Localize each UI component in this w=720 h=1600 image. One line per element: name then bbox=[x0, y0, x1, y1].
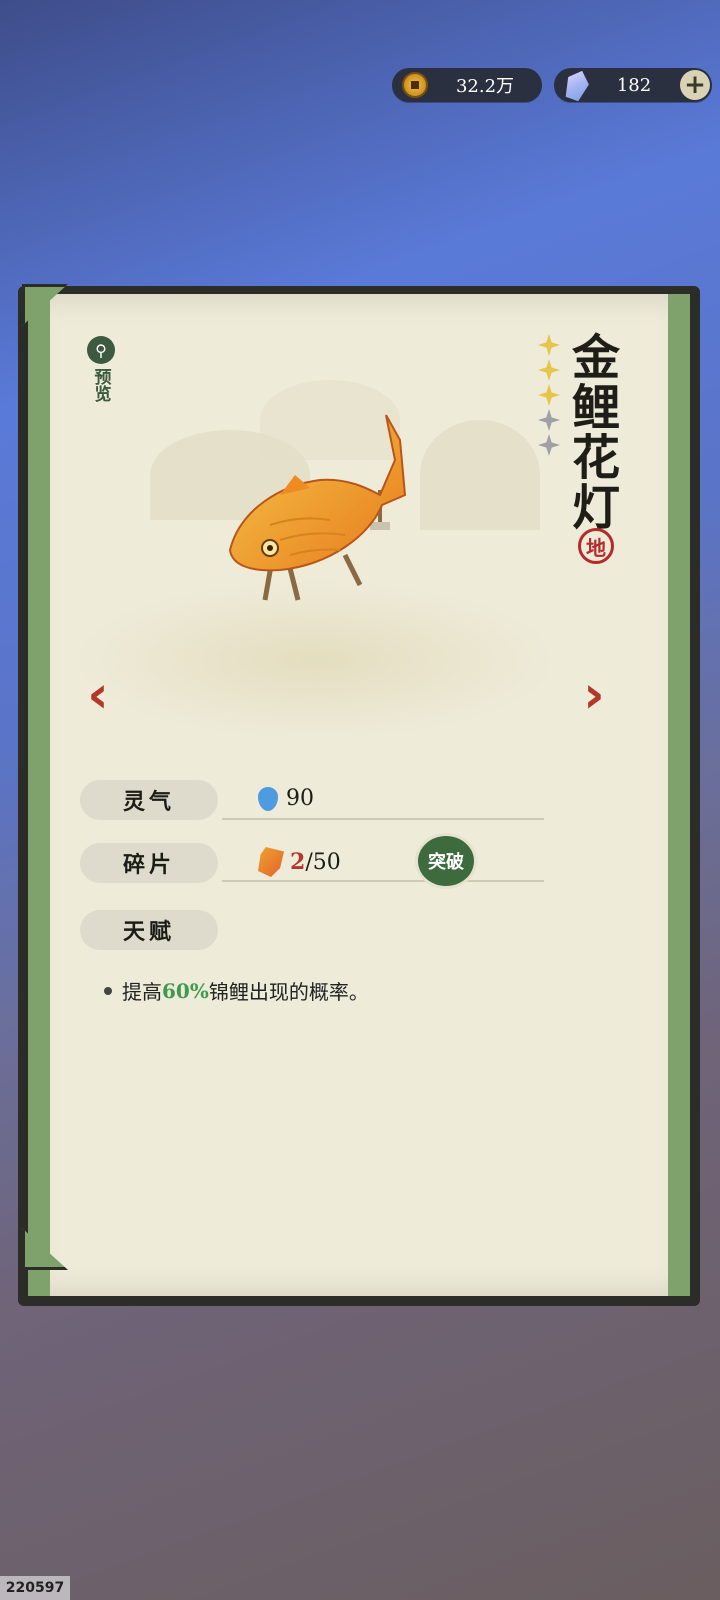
spirit-label: 灵气 bbox=[80, 780, 218, 820]
talent-desc-prefix: 提高 bbox=[122, 980, 162, 1004]
talent-description: 提高 60% 锦鲤出现的概率。 bbox=[104, 976, 369, 1005]
footer-id-label: 220597 bbox=[0, 1576, 70, 1600]
fragments-current: 2 bbox=[290, 849, 306, 875]
breakthrough-button[interactable]: 突破 bbox=[418, 836, 474, 886]
next-arrow-button[interactable]: › bbox=[574, 669, 614, 721]
fragment-icon bbox=[258, 847, 284, 877]
magnify-icon: ⚲ bbox=[87, 336, 115, 364]
talent-desc-highlight: 60% bbox=[162, 978, 209, 1003]
talent-desc-suffix: 锦鲤出现的概率。 bbox=[208, 980, 369, 1004]
talent-label: 天赋 bbox=[80, 910, 218, 950]
divider bbox=[222, 818, 544, 820]
gem-icon bbox=[562, 67, 593, 103]
gem-amount: 182 bbox=[616, 74, 652, 96]
bullet-icon bbox=[104, 986, 112, 995]
previous-arrow-button[interactable]: ‹ bbox=[78, 669, 118, 721]
spirit-value-row: 90 bbox=[258, 786, 314, 811]
coin-icon bbox=[402, 72, 428, 98]
preview-button[interactable]: ⚲ 预览 bbox=[86, 336, 116, 402]
fragments-total: /50 bbox=[305, 849, 341, 875]
water-drop-icon bbox=[258, 786, 278, 811]
rank-seal: 地 bbox=[578, 528, 614, 564]
fragments-label: 碎片 bbox=[80, 843, 218, 883]
carp-lantern-illustration bbox=[228, 414, 407, 601]
preview-label: 预览 bbox=[90, 368, 111, 402]
add-gems-button[interactable]: + bbox=[680, 70, 710, 100]
coin-counter: 32.2万 bbox=[392, 68, 542, 102]
background-mountain bbox=[420, 420, 540, 530]
fragments-value-row: 2 /50 bbox=[258, 847, 341, 877]
divider bbox=[222, 880, 544, 882]
gem-counter: 182 + bbox=[554, 68, 712, 102]
spirit-value: 90 bbox=[286, 786, 314, 811]
coin-amount: 32.2万 bbox=[455, 76, 515, 97]
item-name: 金鲤花灯 bbox=[563, 332, 619, 532]
